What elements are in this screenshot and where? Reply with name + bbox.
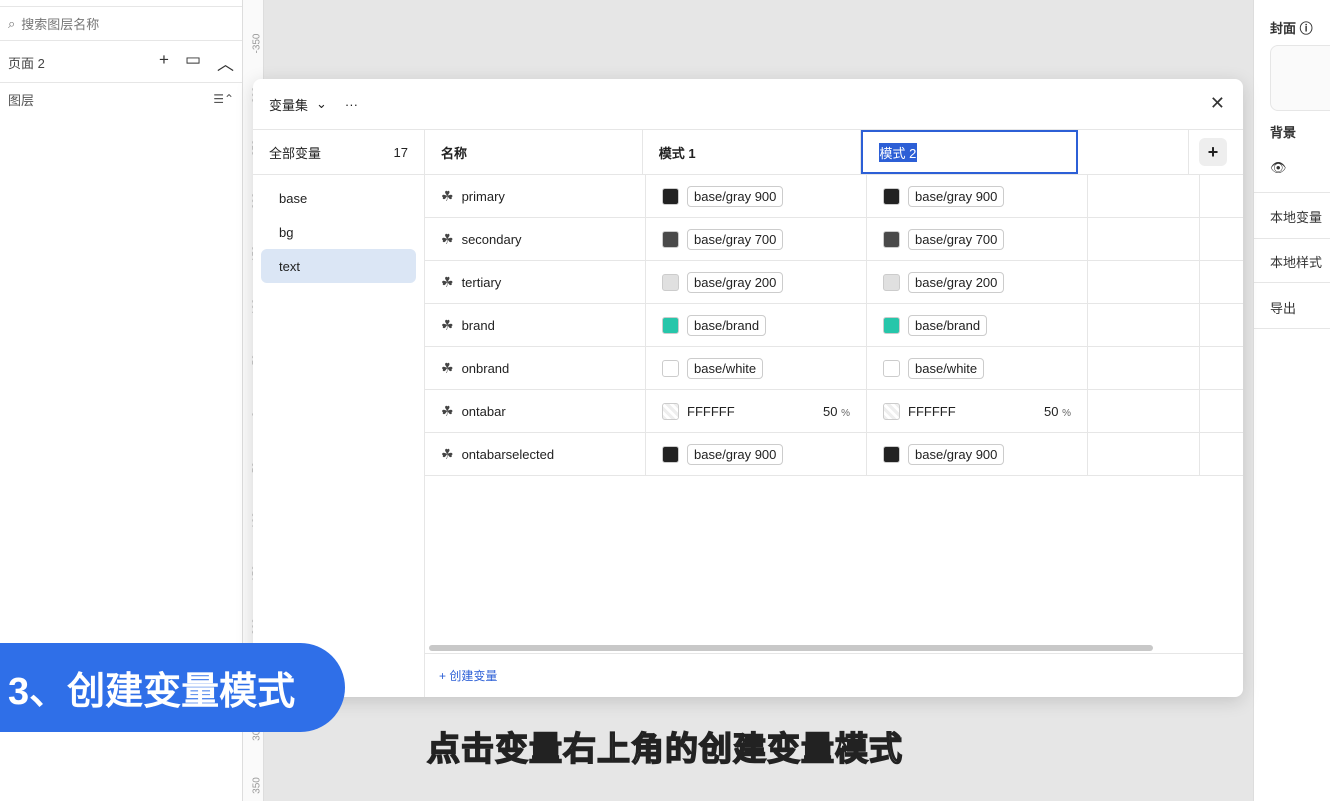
color-variable-icon: ☘ [441,402,454,419]
subtitle: 点击变量右上角的创建变量模式 [426,729,903,768]
horizontal-scrollbar[interactable] [429,645,1153,651]
variables-table: 名称 模式 1 模式 2 + ☘ primary base/gray 900 base… [425,130,1243,697]
variable-name[interactable]: ontabarselected [462,447,555,462]
color-variable-icon: ☘ [441,230,454,247]
alias-chip[interactable]: base/gray 700 [908,228,1005,250]
color-variable-icon: ☘ [441,273,454,290]
header-mode-1[interactable]: 模式 1 [643,130,861,174]
color-variable-icon: ☘ [441,445,454,462]
alias-chip[interactable]: base/gray 900 [687,443,784,465]
alias-chip[interactable]: base/gray 200 [908,271,1005,293]
header-mode-2-input[interactable]: 模式 2 [860,130,1079,174]
search-icon: ⌕ [8,15,16,31]
close-icon[interactable]: ✕ [1210,93,1225,114]
hex-value[interactable]: FFFFFF [908,404,956,419]
variable-row[interactable]: ☘ brand base/brand base/brand [425,304,1243,347]
alias-chip[interactable]: base/gray 900 [908,185,1005,207]
alias-chip[interactable]: base/gray 200 [687,271,784,293]
color-variable-icon: ☘ [441,187,454,204]
alias-chip[interactable]: base/brand [908,314,988,336]
eye-icon[interactable]: 👁 [1270,160,1287,176]
color-swatch[interactable] [662,273,679,291]
opacity-value[interactable]: 50 [1044,404,1058,419]
color-swatch[interactable] [662,402,679,420]
color-swatch[interactable] [883,445,900,463]
local-styles-button[interactable]: 本地样式 [1270,252,1322,271]
hex-value[interactable]: FFFFFF [687,404,735,419]
group-base[interactable]: base [261,181,416,215]
properties-panel: 封面 ⓘ 背景 👁 本地变量 本地样式 导出 [1253,0,1330,801]
alias-chip[interactable]: base/white [908,357,985,379]
chevron-down-icon[interactable]: ⌄ [316,96,327,112]
alias-chip[interactable]: base/brand [687,314,767,336]
variable-row[interactable]: ☘ primary base/gray 900 base/gray 900 [425,175,1243,218]
variable-row[interactable]: ☘ onbrand base/white base/white [425,347,1243,390]
alias-chip[interactable]: base/gray 900 [908,443,1005,465]
color-swatch[interactable] [883,402,900,420]
alias-chip[interactable]: base/white [687,357,764,379]
folder-icon[interactable]: ▭ [185,50,201,75]
opacity-value[interactable]: 50 [823,404,837,419]
variable-count: 17 [393,144,408,160]
color-swatch[interactable] [662,316,679,334]
add-page-icon[interactable]: + [159,50,169,75]
color-variable-icon: ☘ [441,316,454,333]
cover-label: 封面 ⓘ [1270,21,1313,36]
variable-name[interactable]: brand [462,318,495,333]
alias-chip[interactable]: base/gray 700 [687,228,784,250]
color-swatch[interactable] [883,187,900,205]
background-label: 背景 [1270,125,1297,140]
variable-name[interactable]: tertiary [462,275,502,290]
alias-chip[interactable]: base/gray 900 [687,185,784,207]
variable-name[interactable]: ontabar [462,404,506,419]
local-variables-button[interactable]: 本地变量 [1270,207,1322,226]
color-swatch[interactable] [883,230,900,248]
color-swatch[interactable] [883,359,900,377]
create-variable-button[interactable]: + 创建变量 [425,653,1243,697]
color-swatch[interactable] [662,187,679,205]
color-variable-icon: ☘ [441,359,454,376]
chevron-up-icon[interactable]: ︿ [217,50,234,75]
ruler-tick-label: -350 [251,33,263,54]
all-variables[interactable]: 全部变量 17 [253,130,424,175]
add-mode-button[interactable]: + [1198,138,1227,166]
collection-dropdown[interactable]: 变量集 [269,95,308,114]
export-button[interactable]: 导出 [1270,298,1296,317]
variable-name[interactable]: primary [462,189,505,204]
group-bg[interactable]: bg [261,215,416,249]
variable-row[interactable]: ☘ secondary base/gray 700 base/gray 700 [425,218,1243,261]
color-swatch[interactable] [883,273,900,291]
more-button[interactable]: ··· [345,97,358,112]
variables-modal: 变量集 ⌄ ··· ✕ 全部变量 17 base bg text 名称 模式 1 模式… [253,79,1243,697]
variable-row[interactable]: ☘ ontabar FFFFFF 50 % FFFFFF 50 % [425,390,1243,433]
header-name: 名称 [425,130,643,174]
info-icon: ⓘ [1299,21,1313,36]
layer-search[interactable]: ⌕ 搜索图层名称 [0,6,242,41]
color-swatch[interactable] [883,316,900,334]
sort-icon[interactable]: ☰⌃ [213,92,234,106]
cover-thumbnail[interactable] [1270,45,1330,111]
variable-row[interactable]: ☘ tertiary base/gray 200 base/gray 200 [425,261,1243,304]
layers-label: 图层 [8,92,35,108]
page-name: 页面 2 [8,55,45,71]
color-swatch[interactable] [662,445,679,463]
variable-name[interactable]: onbrand [462,361,510,376]
ruler-tick-label: 350 [251,777,263,794]
page-row[interactable]: 页面 2 + ▭ ︿ [0,42,242,83]
color-swatch[interactable] [662,359,679,377]
variable-row[interactable]: ☘ ontabarselected base/gray 900 base/gray 9… [425,433,1243,476]
color-swatch[interactable] [662,230,679,248]
group-text[interactable]: text [261,249,416,283]
step-banner: 3、创建变量模式 [0,643,345,732]
variable-name[interactable]: secondary [462,232,522,247]
